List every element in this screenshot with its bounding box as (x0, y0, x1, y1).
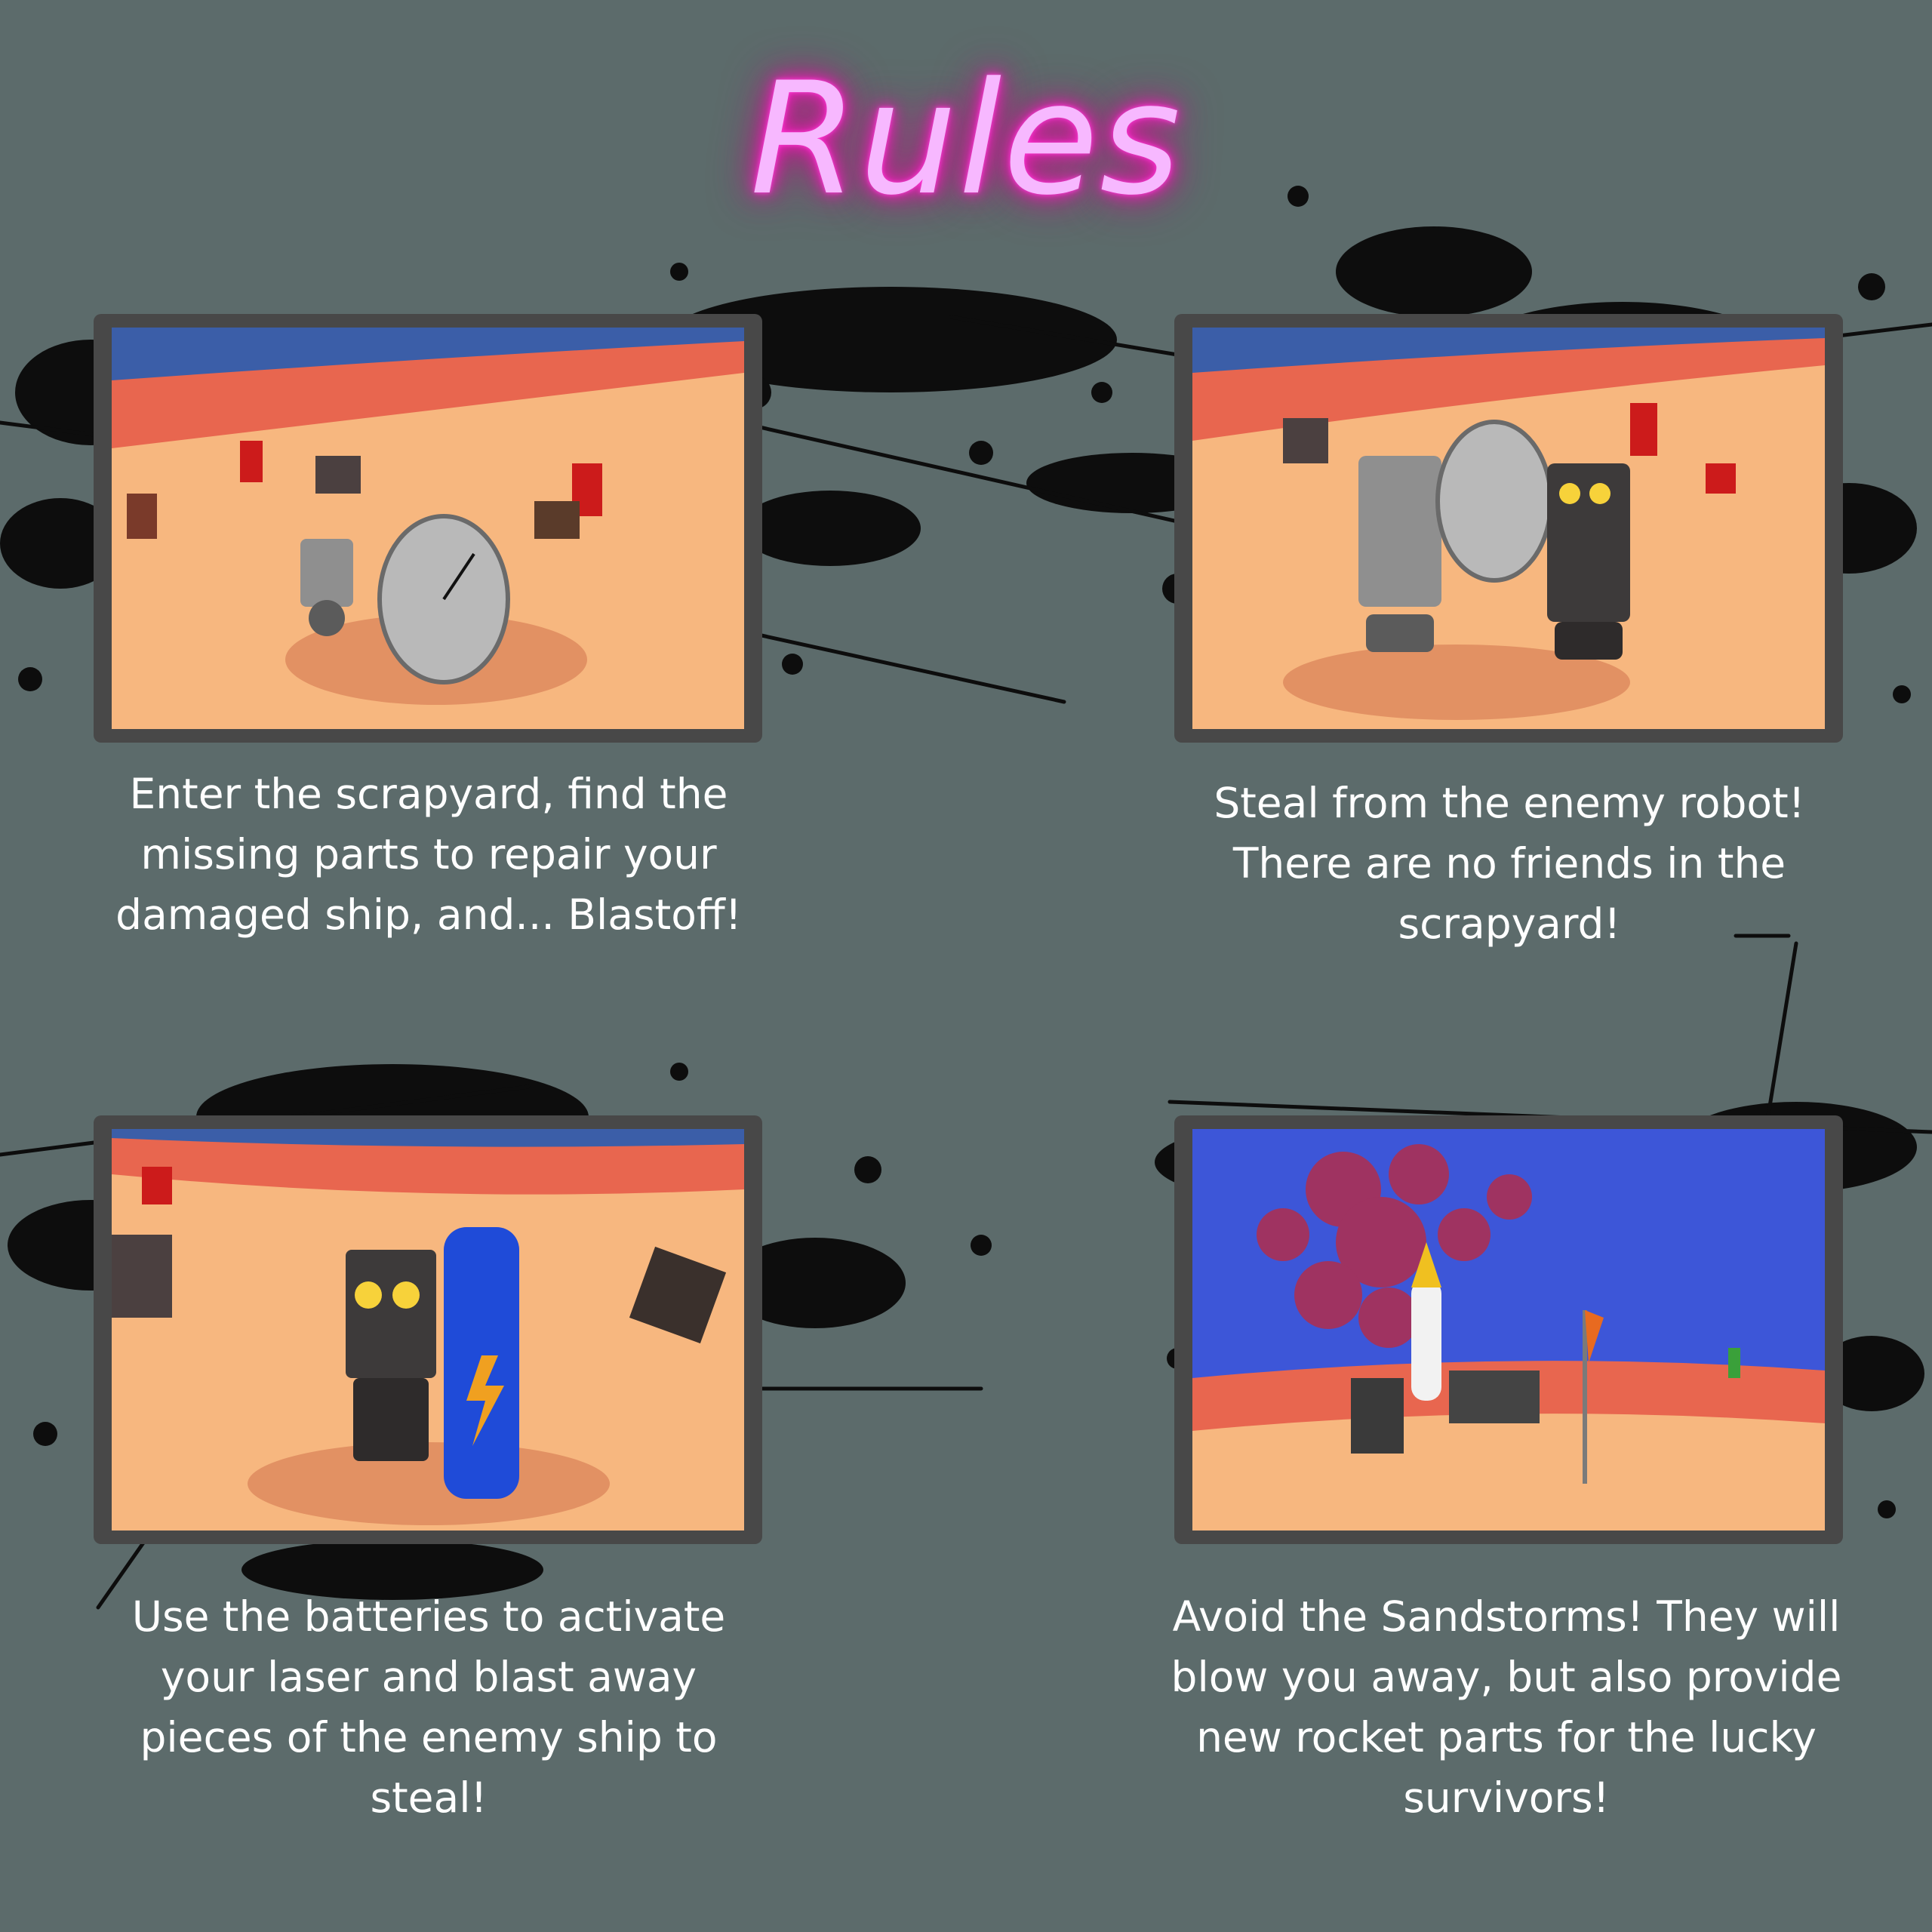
rule-caption-2: Steal from the enemy robot! There are no… (1214, 779, 1805, 948)
rule-caption-1: Enter the scrapyard, find the missing pa… (115, 770, 742, 939)
rule-caption-3: Use the batteries to activate your laser… (131, 1592, 726, 1822)
screenshot-frame-1 (94, 314, 762, 743)
rocket-and-sandstorm-screenshot (1192, 1129, 1825, 1531)
screenshot-frame-3 (94, 1115, 762, 1544)
robot-with-satellite-dish-screenshot (112, 328, 744, 729)
screenshot-frame-2 (1174, 314, 1843, 743)
two-robots-fighting-screenshot (1192, 328, 1825, 729)
screenshot-frame-4 (1174, 1115, 1843, 1544)
rule-caption-4: Avoid the Sandstorms! They will blow you… (1171, 1592, 1842, 1822)
robot-with-battery-screenshot (112, 1129, 744, 1531)
page-title: Rules (749, 50, 1183, 229)
